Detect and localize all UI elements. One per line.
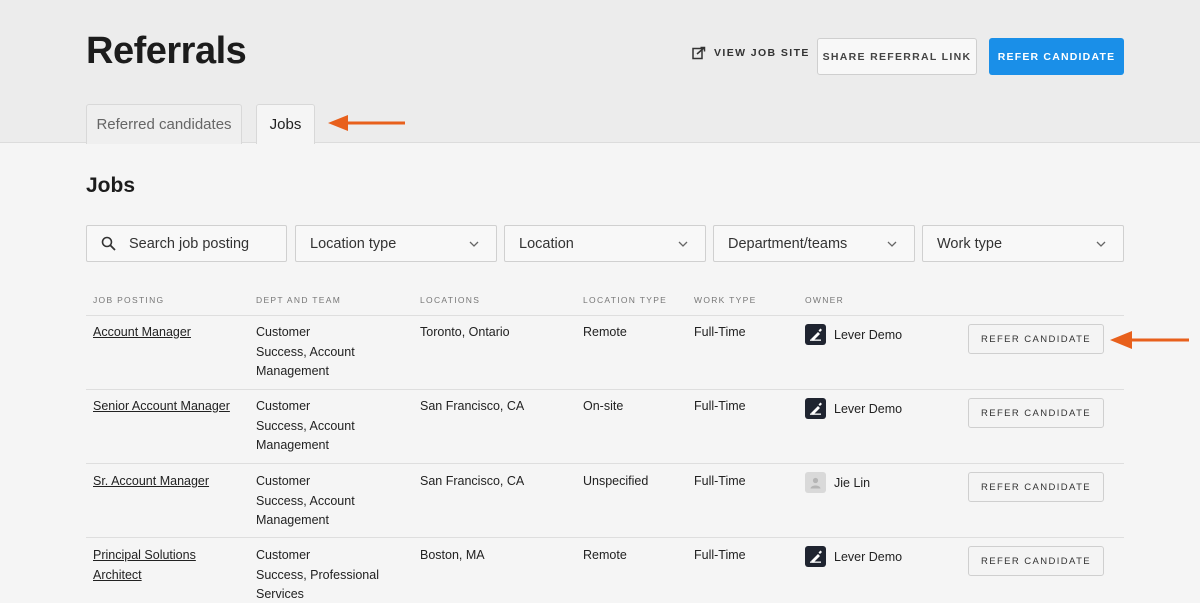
share-referral-link-button[interactable]: SHARE REFERRAL LINK	[817, 38, 977, 75]
location-type: On-site	[583, 399, 624, 413]
job-posting-link[interactable]: Sr. Account Manager	[93, 472, 209, 492]
work-type-label: Work type	[937, 235, 1003, 252]
owner-name: Lever Demo	[834, 401, 903, 416]
tab-referred-candidates[interactable]: Referred candidates	[86, 104, 242, 144]
chevron-down-icon	[678, 241, 688, 247]
location: Boston, MA	[420, 548, 485, 562]
location-select[interactable]: Location	[504, 225, 706, 262]
table-divider	[86, 463, 1124, 464]
lever-logo-icon	[805, 546, 826, 567]
owner-name: Lever Demo	[834, 549, 903, 564]
location-type-select[interactable]: Location type	[295, 225, 497, 262]
view-job-site-link[interactable]: VIEW JOB SITE	[692, 46, 810, 60]
location-type: Unspecified	[583, 474, 649, 488]
location: Toronto, Ontario	[420, 325, 510, 339]
page-header: Referrals VIEW JOB SITE SHARE REFERRAL L…	[0, 0, 1200, 144]
job-title-line: Principal Solutions	[93, 548, 196, 562]
work-type-select[interactable]: Work type	[922, 225, 1124, 262]
section-title: Jobs	[86, 174, 136, 197]
job-posting-link[interactable]: Senior Account Manager	[93, 397, 230, 417]
column-header-job-posting: JOB POSTING	[93, 295, 165, 305]
tab-jobs[interactable]: Jobs	[256, 104, 315, 144]
owner: Lever Demo	[805, 398, 902, 419]
dept-line: Management	[256, 438, 329, 452]
dept-line: Management	[256, 513, 329, 527]
dept-line: Services	[256, 587, 304, 601]
owner: Lever Demo	[805, 546, 902, 567]
dept-line: Success, Account	[256, 344, 355, 359]
location-type: Remote	[583, 548, 627, 562]
owner-name: Jie Lin	[834, 475, 871, 490]
dept-line: Management	[256, 364, 329, 378]
dept-team: Customer Success, Account Management	[256, 472, 355, 531]
location-label: Location	[519, 235, 574, 252]
work-type: Full-Time	[694, 325, 746, 339]
refer-candidate-row-button[interactable]: REFER CANDIDATE	[968, 546, 1104, 576]
location-type: Remote	[583, 325, 627, 339]
default-user-icon	[805, 472, 826, 493]
search-icon	[101, 236, 116, 251]
dept-line: Success, Account	[256, 493, 355, 508]
table-divider	[86, 537, 1124, 538]
chevron-down-icon	[469, 241, 479, 247]
job-posting-link[interactable]: Principal Solutions Architect	[93, 546, 196, 585]
work-type: Full-Time	[694, 399, 746, 413]
column-header-work-type: WORK TYPE	[694, 295, 757, 305]
view-job-site-label: VIEW JOB SITE	[714, 47, 810, 59]
job-title-line: Architect	[93, 567, 142, 582]
chevron-down-icon	[1096, 241, 1106, 247]
column-header-dept: DEPT AND TEAM	[256, 295, 342, 305]
refer-candidate-row-button[interactable]: REFER CANDIDATE	[968, 398, 1104, 428]
external-link-icon	[692, 46, 706, 60]
job-posting-link[interactable]: Account Manager	[93, 323, 191, 343]
dept-line: Customer	[256, 474, 311, 488]
dept-team: Customer Success, Account Management	[256, 323, 355, 382]
column-header-location-type: LOCATION TYPE	[583, 295, 668, 305]
work-type: Full-Time	[694, 474, 746, 488]
table-divider	[86, 315, 1124, 316]
owner: Lever Demo	[805, 324, 902, 345]
location: San Francisco, CA	[420, 399, 525, 413]
department-select[interactable]: Department/teams	[713, 225, 915, 262]
page-title: Referrals	[86, 30, 247, 72]
column-header-locations: LOCATIONS	[420, 295, 481, 305]
work-type: Full-Time	[694, 548, 746, 562]
owner: Jie Lin	[805, 472, 870, 493]
dept-team: Customer Success, Professional Services	[256, 546, 379, 603]
column-header-owner: OWNER	[805, 295, 845, 305]
lever-logo-icon	[805, 324, 826, 345]
refer-candidate-button[interactable]: REFER CANDIDATE	[989, 38, 1124, 75]
annotation-arrow-icon	[1110, 331, 1189, 349]
dept-team: Customer Success, Account Management	[256, 397, 355, 456]
refer-candidate-row-button[interactable]: REFER CANDIDATE	[968, 472, 1104, 502]
department-label: Department/teams	[728, 235, 848, 252]
dept-line: Success, Account	[256, 418, 355, 433]
dept-line: Customer	[256, 399, 311, 413]
search-placeholder: Search job posting	[129, 235, 250, 252]
chevron-down-icon	[887, 241, 897, 247]
refer-candidate-row-button[interactable]: REFER CANDIDATE	[968, 324, 1104, 354]
annotation-arrow-icon	[328, 115, 405, 131]
dept-line: Customer	[256, 325, 311, 339]
dept-line: Customer	[256, 548, 311, 562]
dept-line: Success, Professional	[256, 567, 379, 582]
table-divider	[86, 389, 1124, 390]
location-type-label: Location type	[310, 235, 397, 252]
location: San Francisco, CA	[420, 474, 525, 488]
owner-name: Lever Demo	[834, 327, 903, 342]
lever-logo-icon	[805, 398, 826, 419]
search-input[interactable]: Search job posting	[86, 225, 287, 262]
